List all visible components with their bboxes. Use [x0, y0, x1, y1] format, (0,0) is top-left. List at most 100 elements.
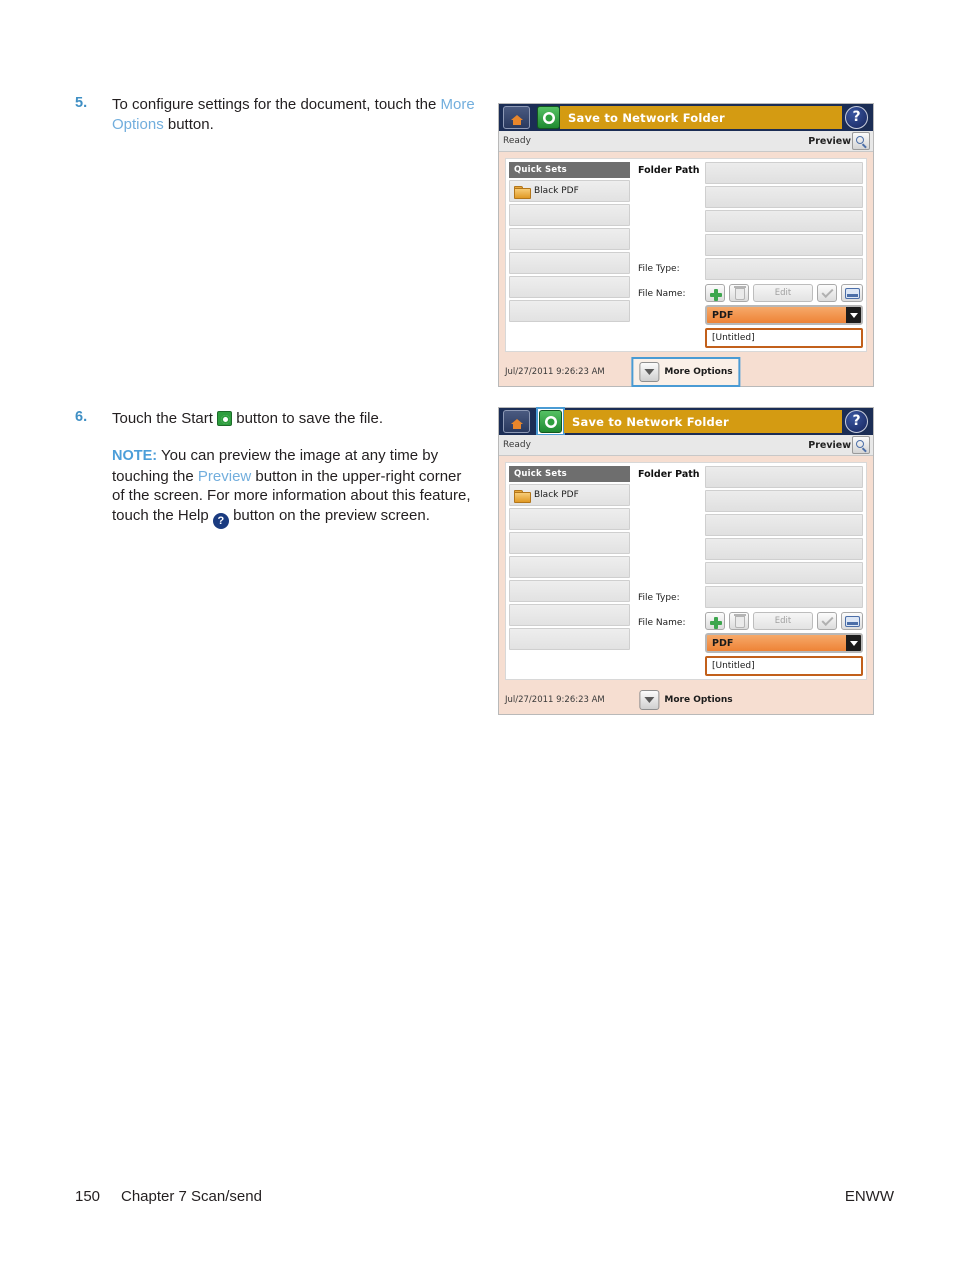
file-type-value: PDF	[712, 309, 734, 321]
more-options-label: More Options	[664, 695, 733, 705]
folder-path-list: Edit PDF [Untitled]	[705, 162, 863, 348]
home-button[interactable]	[503, 410, 530, 433]
help-button[interactable]: ?	[845, 106, 868, 129]
folder-path-list: Edit PDF [Untitled]	[705, 466, 863, 676]
chevron-down-icon[interactable]	[846, 635, 861, 651]
device-content: Quick Sets Black PDF Folder Path File Ty…	[499, 152, 873, 358]
table-row[interactable]	[705, 258, 863, 280]
file-type-value: PDF	[712, 637, 734, 649]
list-item[interactable]: Black PDF	[509, 180, 630, 202]
start-icon	[544, 415, 557, 428]
timestamp: Jul/27/2011 9:26:23 AM	[505, 695, 605, 705]
home-button[interactable]	[503, 106, 530, 129]
keyboard-button[interactable]	[841, 612, 863, 630]
list-item[interactable]	[509, 252, 630, 274]
preview-button[interactable]	[852, 132, 870, 150]
preview-control[interactable]: Preview	[808, 436, 870, 454]
file-type-label: File Type:	[638, 593, 680, 603]
step-5: 5. To configure settings for the documen…	[75, 95, 475, 135]
start-button-wrapper	[536, 105, 561, 130]
table-row[interactable]	[705, 490, 863, 512]
table-row[interactable]	[705, 234, 863, 256]
more-options-control[interactable]: More Options	[631, 357, 741, 387]
delete-button[interactable]	[729, 612, 749, 630]
note-link-preview: Preview	[197, 467, 252, 485]
list-item[interactable]	[509, 532, 630, 554]
table-row[interactable]	[705, 538, 863, 560]
note-part-3: button on the preview screen.	[228, 506, 430, 524]
list-item[interactable]: Black PDF	[509, 484, 630, 506]
folder-path-panel: Folder Path File Type: File Name: Edit P…	[633, 159, 866, 351]
file-type-row: PDF	[705, 633, 863, 653]
trash-icon	[734, 286, 746, 300]
start-button[interactable]	[539, 410, 562, 433]
file-type-select[interactable]: PDF	[705, 633, 863, 653]
edit-button[interactable]: Edit	[753, 284, 813, 302]
device-statusbar: Ready Preview	[499, 131, 873, 152]
page-footer: 150 Chapter 7 Scan/send ENWW	[75, 1188, 894, 1205]
checkmark-icon	[821, 613, 834, 627]
start-icon	[542, 111, 555, 124]
table-row[interactable]	[705, 186, 863, 208]
table-row[interactable]	[705, 562, 863, 584]
table-row[interactable]	[705, 162, 863, 184]
device-footer: Jul/27/2011 9:26:23 AM More Options	[499, 357, 873, 387]
list-item[interactable]	[509, 556, 630, 578]
file-type-select[interactable]: PDF	[705, 305, 863, 325]
device-statusbar: Ready Preview	[499, 435, 873, 456]
list-item[interactable]	[509, 580, 630, 602]
add-button[interactable]	[705, 612, 725, 630]
preview-control[interactable]: Preview	[808, 132, 870, 150]
list-item[interactable]	[509, 300, 630, 322]
ok-button[interactable]	[817, 284, 837, 302]
chevron-down-icon[interactable]	[846, 307, 861, 323]
page-title: Save to Network Folder	[572, 414, 729, 429]
file-name-label: File Name:	[638, 618, 686, 628]
table-row[interactable]	[705, 210, 863, 232]
table-row[interactable]	[705, 514, 863, 536]
device-content: Quick Sets Black PDF Folder Path File Ty…	[499, 456, 873, 686]
preview-button[interactable]	[852, 436, 870, 454]
status-text: Ready	[503, 440, 531, 450]
device-content-inner: Quick Sets Black PDF Folder Path File Ty…	[505, 158, 867, 352]
folder-path-title: Folder Path	[638, 165, 700, 176]
list-item[interactable]	[509, 204, 630, 226]
list-item[interactable]	[509, 228, 630, 250]
table-row[interactable]	[705, 466, 863, 488]
add-button[interactable]	[705, 284, 725, 302]
status-text: Ready	[503, 136, 531, 146]
list-item[interactable]	[509, 604, 630, 626]
chevron-down-icon	[639, 690, 660, 710]
file-name-input[interactable]: [Untitled]	[705, 656, 863, 676]
folder-path-labels: Folder Path File Type: File Name:	[633, 162, 705, 348]
list-item[interactable]	[509, 628, 630, 650]
device-titlebar: Save to Network Folder ?	[499, 104, 873, 131]
file-name-input[interactable]: [Untitled]	[705, 328, 863, 348]
more-options-control[interactable]: More Options	[633, 687, 738, 713]
file-name-row: [Untitled]	[705, 656, 863, 676]
file-type-row: PDF	[705, 305, 863, 325]
keyboard-button[interactable]	[841, 284, 863, 302]
timestamp: Jul/27/2011 9:26:23 AM	[505, 367, 605, 377]
start-button[interactable]	[537, 106, 560, 129]
edit-button[interactable]: Edit	[753, 612, 813, 630]
instruction-column: 5. To configure settings for the documen…	[75, 95, 475, 529]
keyboard-icon	[845, 288, 860, 299]
list-item[interactable]	[509, 276, 630, 298]
table-row[interactable]	[705, 586, 863, 608]
preview-label: Preview	[808, 135, 851, 147]
list-item[interactable]	[509, 508, 630, 530]
start-button-wrapper	[536, 407, 565, 436]
preview-label: Preview	[808, 439, 851, 451]
step-6-text: Touch the Start button to save the file.…	[112, 409, 475, 529]
folder-path-labels: Folder Path File Type: File Name:	[633, 466, 705, 676]
help-button[interactable]: ?	[845, 410, 868, 433]
magnifier-icon	[856, 136, 864, 144]
quick-sets-header: Quick Sets	[509, 162, 630, 178]
quick-sets-panel: Quick Sets Black PDF	[506, 159, 633, 351]
ok-button[interactable]	[817, 612, 837, 630]
device-screenshot-step5: Save to Network Folder ? Ready Preview Q…	[498, 103, 874, 387]
step-5-text: To configure settings for the document, …	[112, 95, 475, 135]
breadcrumb: Chapter 7 Scan/send	[121, 1188, 262, 1205]
delete-button[interactable]	[729, 284, 749, 302]
